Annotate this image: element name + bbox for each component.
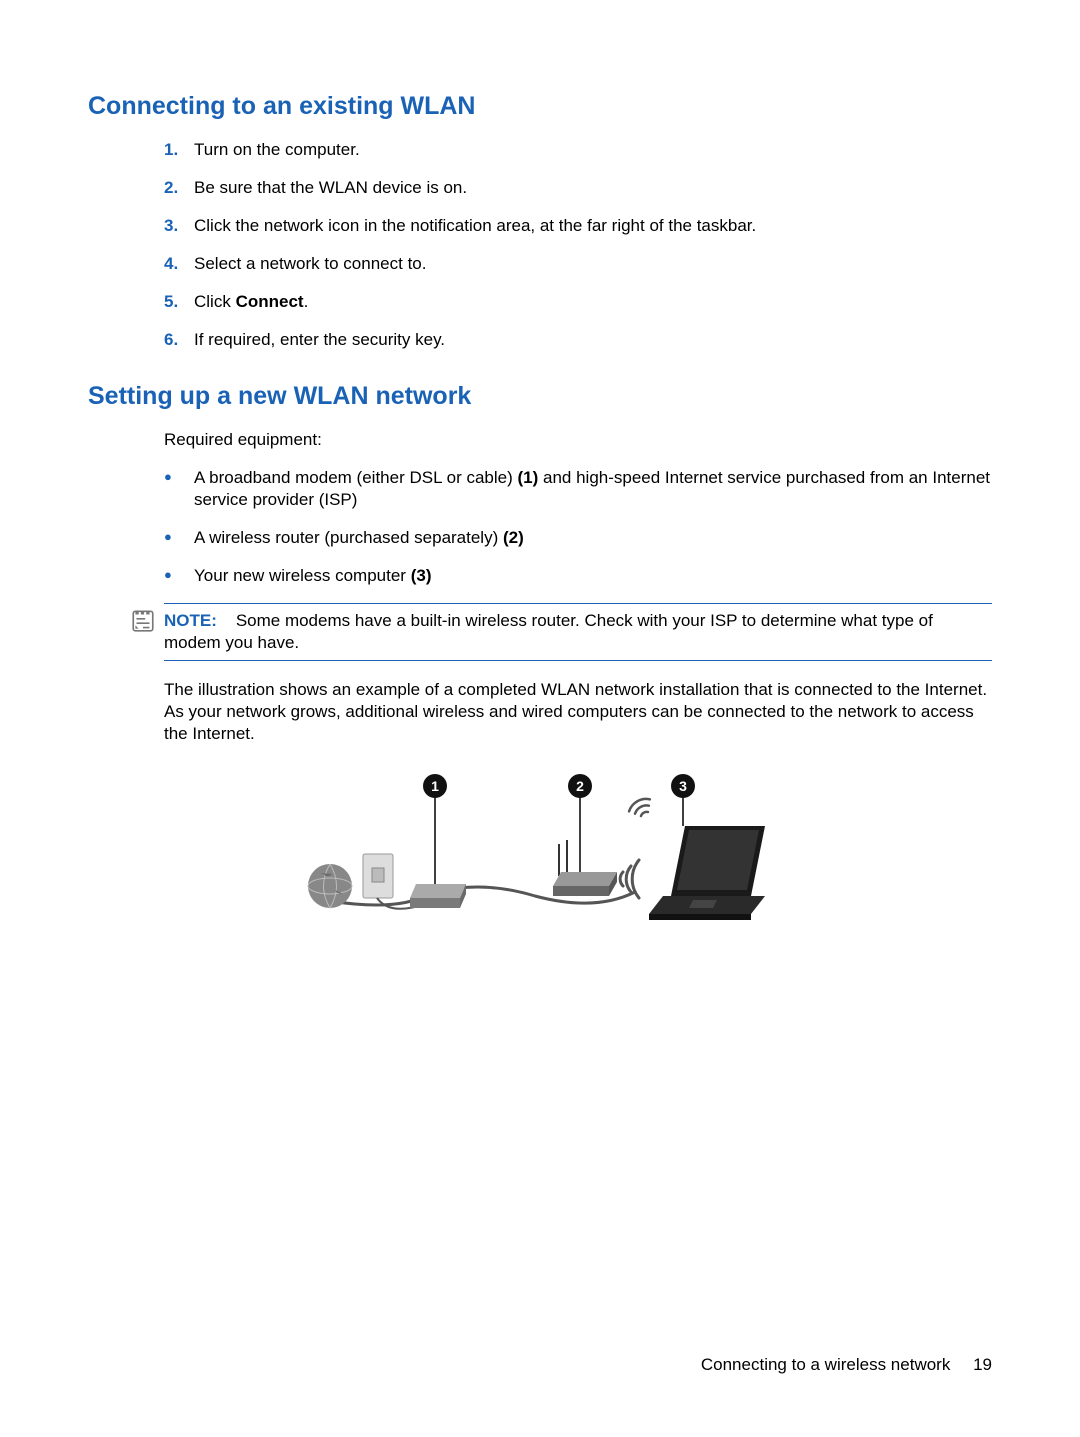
step-text: Be sure that the WLAN device is on. <box>194 177 992 199</box>
bullet-icon: ● <box>164 567 194 584</box>
text-bold: (3) <box>411 566 432 585</box>
page-number: 19 <box>973 1355 992 1375</box>
illustration-description: The illustration shows an example of a c… <box>88 679 992 745</box>
bullet-list-equipment: ● A broadband modem (either DSL or cable… <box>88 467 992 587</box>
step-number: 1. <box>164 139 194 161</box>
note-text: Some modems have a built-in wireless rou… <box>164 611 933 652</box>
step-text: Select a network to connect to. <box>194 253 992 275</box>
step-text: If required, enter the security key. <box>194 329 992 351</box>
callout-3: 3 <box>679 778 687 794</box>
note-label: NOTE: <box>164 611 217 630</box>
text-bold: (2) <box>503 528 524 547</box>
step-bold: Connect <box>236 292 304 311</box>
required-equipment-label: Required equipment: <box>88 429 992 451</box>
list-item: ● Your new wireless computer (3) <box>164 565 992 587</box>
step-text: Turn on the computer. <box>194 139 992 161</box>
text-prefix: Your new wireless computer <box>194 566 411 585</box>
heading-setting-up-wlan: Setting up a new WLAN network <box>88 382 992 411</box>
callout-2: 2 <box>576 778 584 794</box>
step-3: 3. Click the network icon in the notific… <box>164 215 992 237</box>
step-5: 5. Click Connect. <box>164 291 992 313</box>
ordered-list-connect-steps: 1. Turn on the computer. 2. Be sure that… <box>88 139 992 352</box>
text-bold: (1) <box>518 468 539 487</box>
page-footer: Connecting to a wireless network 19 <box>701 1355 992 1375</box>
step-number: 3. <box>164 215 194 237</box>
step-number: 4. <box>164 253 194 275</box>
text-prefix: A wireless router (purchased separately) <box>194 528 503 547</box>
list-text: A broadband modem (either DSL or cable) … <box>194 467 992 511</box>
footer-section-title: Connecting to a wireless network <box>701 1355 950 1374</box>
step-prefix: Click <box>194 292 236 311</box>
text-prefix: A broadband modem (either DSL or cable) <box>194 468 518 487</box>
list-text: A wireless router (purchased separately)… <box>194 527 992 549</box>
list-item: ● A broadband modem (either DSL or cable… <box>164 467 992 511</box>
step-number: 5. <box>164 291 194 313</box>
callout-1: 1 <box>431 778 439 794</box>
step-6: 6. If required, enter the security key. <box>164 329 992 351</box>
heading-connecting-wlan: Connecting to an existing WLAN <box>88 92 992 121</box>
bullet-icon: ● <box>164 529 194 546</box>
step-2: 2. Be sure that the WLAN device is on. <box>164 177 992 199</box>
note-box: NOTE: Some modems have a built-in wirele… <box>164 603 992 661</box>
step-text: Click the network icon in the notificati… <box>194 215 992 237</box>
step-text: Click Connect. <box>194 291 992 313</box>
note-icon <box>130 608 156 634</box>
document-page: Connecting to an existing WLAN 1. Turn o… <box>0 0 1080 1437</box>
bullet-icon: ● <box>164 469 194 486</box>
step-number: 6. <box>164 329 194 351</box>
step-4: 4. Select a network to connect to. <box>164 253 992 275</box>
step-suffix: . <box>304 292 309 311</box>
list-text: Your new wireless computer (3) <box>194 565 992 587</box>
step-number: 2. <box>164 177 194 199</box>
list-item: ● A wireless router (purchased separatel… <box>164 527 992 549</box>
wlan-illustration: 1 2 3 <box>305 766 775 936</box>
step-1: 1. Turn on the computer. <box>164 139 992 161</box>
